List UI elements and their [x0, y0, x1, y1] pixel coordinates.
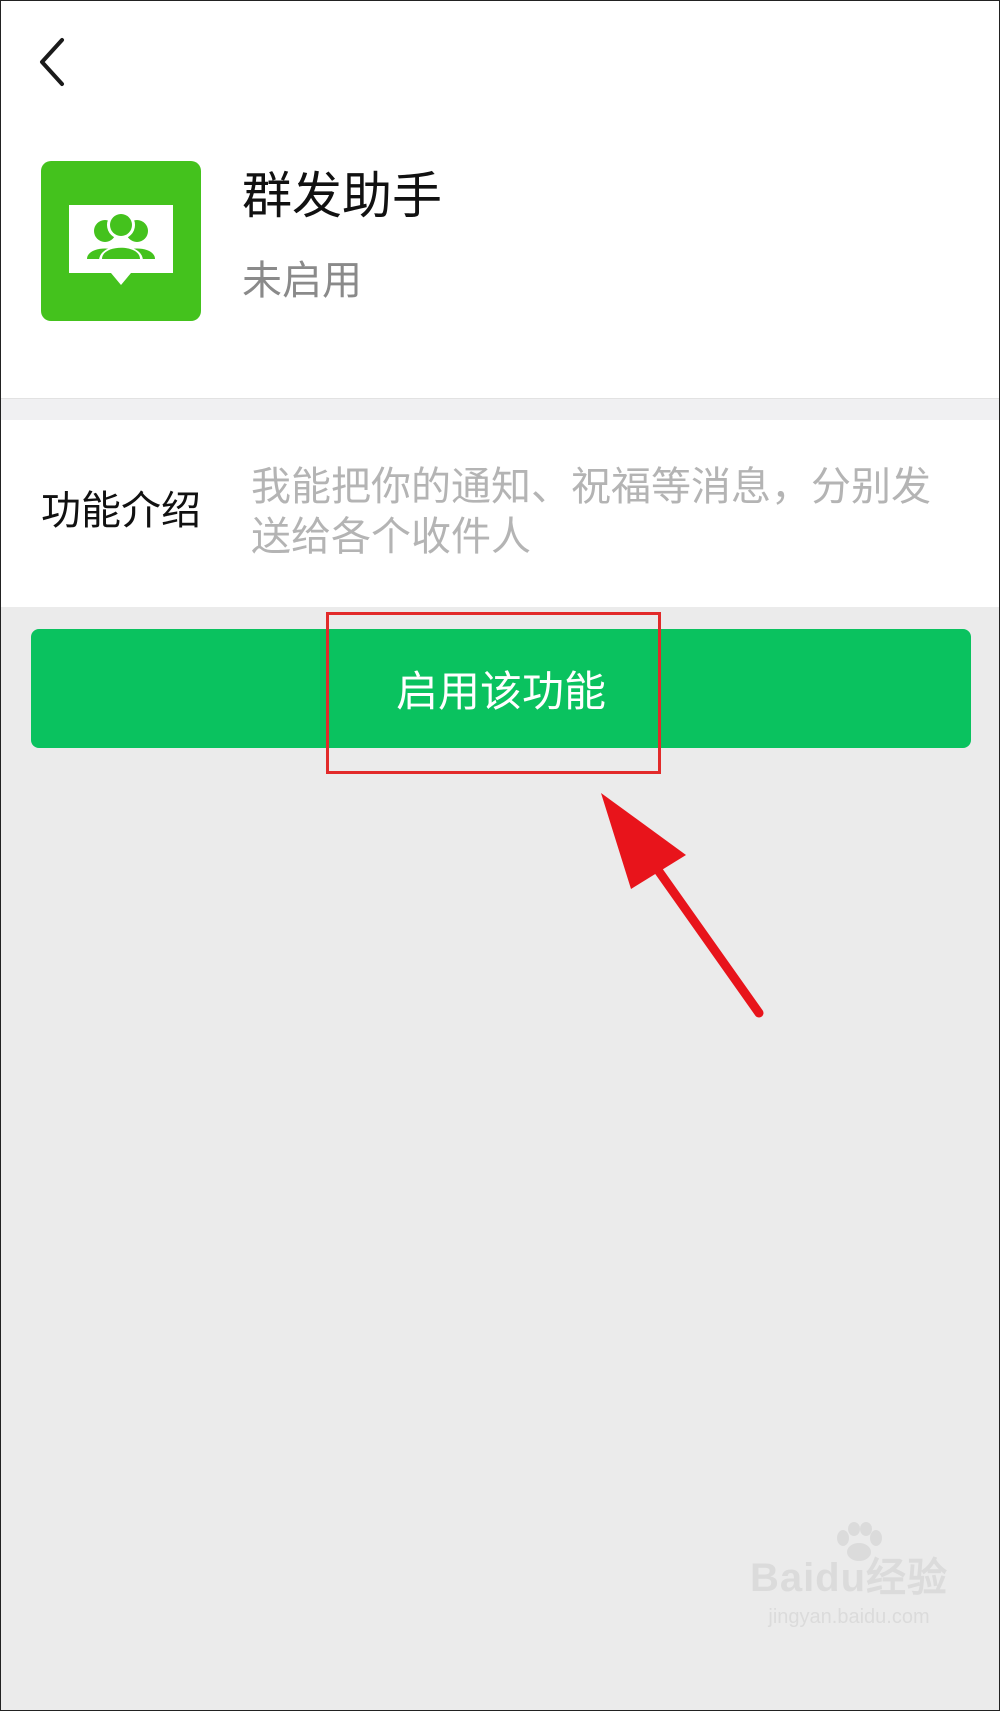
app-title: 群发助手 [242, 167, 442, 225]
app-status: 未启用 [242, 258, 362, 304]
header-section: 群发助手 未启用 [1, 1, 999, 398]
intro-label: 功能介绍 [41, 488, 201, 534]
intro-text: 我能把你的通知、祝福等消息，分别发送给各个收件人 [251, 464, 931, 560]
group-broadcast-icon [41, 161, 201, 321]
paw-icon [837, 1522, 882, 1561]
section-divider [1, 398, 999, 421]
chevron-left-icon [40, 38, 64, 86]
phone-screen: 群发助手 未启用 功能介绍 我能把你的通知、祝福等消息，分别发送给各个收件人 启… [0, 0, 1000, 1711]
baidu-watermark: Baidu经验 jingyan.baidu.com [749, 1522, 949, 1672]
enable-feature-button[interactable]: 启用该功能 [31, 629, 971, 748]
red-arrow-icon [601, 793, 764, 1018]
enable-feature-label: 启用该功能 [395, 667, 606, 716]
intro-row: 功能介绍 我能把你的通知、祝福等消息，分别发送给各个收件人 [1, 420, 999, 607]
back-button[interactable] [27, 31, 77, 93]
watermark-url: jingyan.baidu.com [768, 1606, 930, 1628]
